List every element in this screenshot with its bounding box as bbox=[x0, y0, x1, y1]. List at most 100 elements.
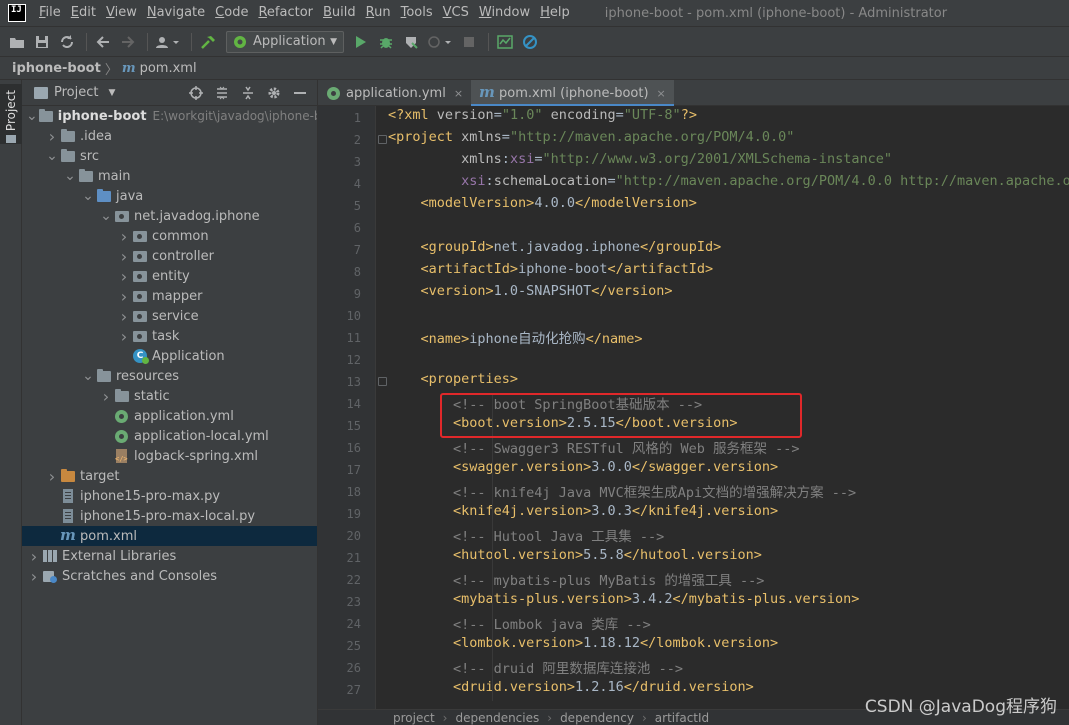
code-line[interactable]: <artifactId>iphone-boot</artifactId> bbox=[388, 261, 714, 283]
fold-marker-icon[interactable] bbox=[378, 135, 387, 144]
code-line[interactable]: <version>1.0-SNAPSHOT</version> bbox=[388, 283, 673, 305]
tree-item-service[interactable]: › service bbox=[22, 306, 317, 326]
tree-item-main[interactable]: ⌄ main bbox=[22, 166, 317, 186]
tree-item-external-libraries[interactable]: › External Libraries bbox=[22, 546, 317, 566]
code-line[interactable]: <groupId>net.javadog.iphone</groupId> bbox=[388, 239, 722, 261]
code-line[interactable]: xmlns:xsi="http://www.w3.org/2001/XMLSch… bbox=[388, 151, 892, 173]
menu-file[interactable]: File bbox=[34, 0, 66, 26]
code-line[interactable]: <lombok.version>1.18.12</lombok.version> bbox=[388, 635, 778, 657]
tree-item-iphone15-pro-max-py[interactable]: iphone15-pro-max.py bbox=[22, 486, 317, 506]
debug-icon[interactable] bbox=[375, 31, 397, 53]
hide-panel-icon[interactable] bbox=[287, 83, 313, 103]
coverage-icon[interactable] bbox=[400, 31, 422, 53]
code-line[interactable]: <!-- Swagger3 RESTful 风格的 Web 服务框架 --> bbox=[388, 437, 799, 459]
menu-navigate[interactable]: Navigate bbox=[142, 0, 210, 26]
menu-view[interactable]: View bbox=[101, 0, 142, 26]
chevron-down-icon[interactable]: ⌄ bbox=[80, 369, 96, 383]
tree-item-mapper[interactable]: › mapper bbox=[22, 286, 317, 306]
breadcrumb-project[interactable]: iphone-boot bbox=[12, 61, 101, 76]
chevron-right-icon[interactable]: › bbox=[44, 467, 60, 486]
tree-item-target[interactable]: › target bbox=[22, 466, 317, 486]
menu-refactor[interactable]: Refactor bbox=[253, 0, 318, 26]
chevron-down-icon[interactable]: ⌄ bbox=[80, 189, 96, 203]
tree-item-logback-spring-xml[interactable]: logback-spring.xml bbox=[22, 446, 317, 466]
tree-item-src[interactable]: ⌄ src bbox=[22, 146, 317, 166]
menu-edit[interactable]: Edit bbox=[66, 0, 101, 26]
xml-breadcrumb-item[interactable]: artifactId bbox=[655, 711, 709, 725]
tab-pom-xml-iphone-boot-[interactable]: pom.xml (iphone-boot) × bbox=[471, 80, 674, 107]
save-all-icon[interactable] bbox=[31, 31, 53, 53]
tree-item-task[interactable]: › task bbox=[22, 326, 317, 346]
tree-item--idea[interactable]: › .idea bbox=[22, 126, 317, 146]
stop-icon[interactable] bbox=[458, 31, 480, 53]
no-entry-icon[interactable] bbox=[519, 31, 541, 53]
chevron-right-icon[interactable]: › bbox=[116, 267, 132, 286]
code-line[interactable]: <modelVersion>4.0.0</modelVersion> bbox=[388, 195, 697, 217]
code-line[interactable]: <?xml version="1.0" encoding="UTF-8"?> bbox=[388, 107, 697, 129]
run-configuration-select[interactable]: Application ▼ bbox=[226, 30, 344, 53]
tree-item-iphone-boot[interactable]: ⌄ iphone-boot E:\workgit\javadog\iphone-b bbox=[22, 106, 317, 126]
code-line[interactable]: <swagger.version>3.0.0</swagger.version> bbox=[388, 459, 778, 481]
tree-item-entity[interactable]: › entity bbox=[22, 266, 317, 286]
xml-breadcrumb-item[interactable]: project bbox=[393, 711, 435, 725]
settings-gear-icon[interactable] bbox=[261, 83, 287, 103]
chevron-down-icon[interactable]: ⌄ bbox=[98, 209, 114, 223]
tree-item-common[interactable]: › common bbox=[22, 226, 317, 246]
code-line[interactable]: <knife4j.version>3.0.3</knife4j.version> bbox=[388, 503, 778, 525]
run-icon[interactable] bbox=[350, 31, 372, 53]
chevron-right-icon[interactable]: › bbox=[26, 547, 42, 566]
code-line[interactable]: <druid.version>1.2.16</druid.version> bbox=[388, 679, 754, 701]
code-line[interactable]: <!-- mybatis-plus MyBatis 的增强工具 --> bbox=[388, 569, 764, 591]
code-line[interactable]: <name>iphone自动化抢购</name> bbox=[388, 327, 643, 349]
profiler-icon[interactable] bbox=[425, 31, 455, 53]
menu-help[interactable]: Help bbox=[535, 0, 575, 26]
xml-breadcrumb-item[interactable]: dependencies bbox=[455, 711, 539, 725]
activity-monitor-icon[interactable] bbox=[494, 31, 516, 53]
code-line[interactable]: xsi:schemaLocation="http://maven.apache.… bbox=[388, 173, 1069, 195]
chevron-down-icon[interactable]: ⌄ bbox=[44, 149, 60, 163]
project-panel-title[interactable]: Project bbox=[54, 85, 98, 100]
code-line[interactable]: <!-- knife4j Java MVC框架生成Api文档的增强解决方案 --… bbox=[388, 481, 856, 503]
tree-item-application-local-yml[interactable]: application-local.yml bbox=[22, 426, 317, 446]
project-tool-button[interactable]: Project bbox=[0, 84, 22, 144]
menu-vcs[interactable]: VCS bbox=[438, 0, 474, 26]
build-hammer-icon[interactable] bbox=[197, 31, 219, 53]
chevron-right-icon[interactable]: › bbox=[116, 227, 132, 246]
chevron-right-icon[interactable]: › bbox=[26, 567, 42, 586]
fold-marker-icon[interactable] bbox=[378, 377, 387, 386]
code-line[interactable]: <!-- Lombok java 类库 --> bbox=[388, 613, 651, 635]
tree-item-controller[interactable]: › controller bbox=[22, 246, 317, 266]
chevron-right-icon[interactable]: › bbox=[116, 327, 132, 346]
menu-code[interactable]: Code bbox=[210, 0, 253, 26]
tree-item-net-javadog-iphone[interactable]: ⌄ net.javadog.iphone bbox=[22, 206, 317, 226]
close-icon[interactable]: × bbox=[657, 87, 666, 100]
vcs-user-icon[interactable] bbox=[153, 31, 183, 53]
chevron-right-icon[interactable]: › bbox=[116, 287, 132, 306]
code-line[interactable]: <mybatis-plus.version>3.4.2</mybatis-plu… bbox=[388, 591, 859, 613]
tree-item-resources[interactable]: ⌄ resources bbox=[22, 366, 317, 386]
chevron-right-icon[interactable]: › bbox=[98, 387, 114, 406]
menu-tools[interactable]: Tools bbox=[396, 0, 438, 26]
menu-build[interactable]: Build bbox=[318, 0, 361, 26]
tree-item-java[interactable]: ⌄ java bbox=[22, 186, 317, 206]
back-arrow-icon[interactable] bbox=[92, 31, 114, 53]
chevron-right-icon[interactable]: › bbox=[44, 127, 60, 146]
code-line[interactable]: <!-- Hutool Java 工具集 --> bbox=[388, 525, 664, 547]
tree-item-scratches-and-consoles[interactable]: › Scratches and Consoles bbox=[22, 566, 317, 586]
chevron-down-icon[interactable]: ⌄ bbox=[62, 169, 78, 183]
tree-item-application-yml[interactable]: application.yml bbox=[22, 406, 317, 426]
intellij-logo-icon[interactable]: IJ bbox=[8, 4, 26, 22]
code-line[interactable]: <properties> bbox=[388, 371, 519, 393]
chevron-down-icon[interactable]: ▼ bbox=[108, 88, 115, 98]
tree-item-static[interactable]: › static bbox=[22, 386, 317, 406]
sync-icon[interactable] bbox=[56, 31, 78, 53]
tree-item-application[interactable]: Application bbox=[22, 346, 317, 366]
expand-all-icon[interactable] bbox=[209, 83, 235, 103]
tab-application-yml[interactable]: application.yml × bbox=[318, 80, 471, 106]
menu-run[interactable]: Run bbox=[361, 0, 396, 26]
locate-file-icon[interactable] bbox=[183, 83, 209, 103]
chevron-right-icon[interactable]: › bbox=[116, 307, 132, 326]
xml-breadcrumb-item[interactable]: dependency bbox=[560, 711, 634, 725]
code-line[interactable]: <hutool.version>5.5.8</hutool.version> bbox=[388, 547, 762, 569]
code-line[interactable]: <!-- druid 阿里数据库连接池 --> bbox=[388, 657, 683, 679]
